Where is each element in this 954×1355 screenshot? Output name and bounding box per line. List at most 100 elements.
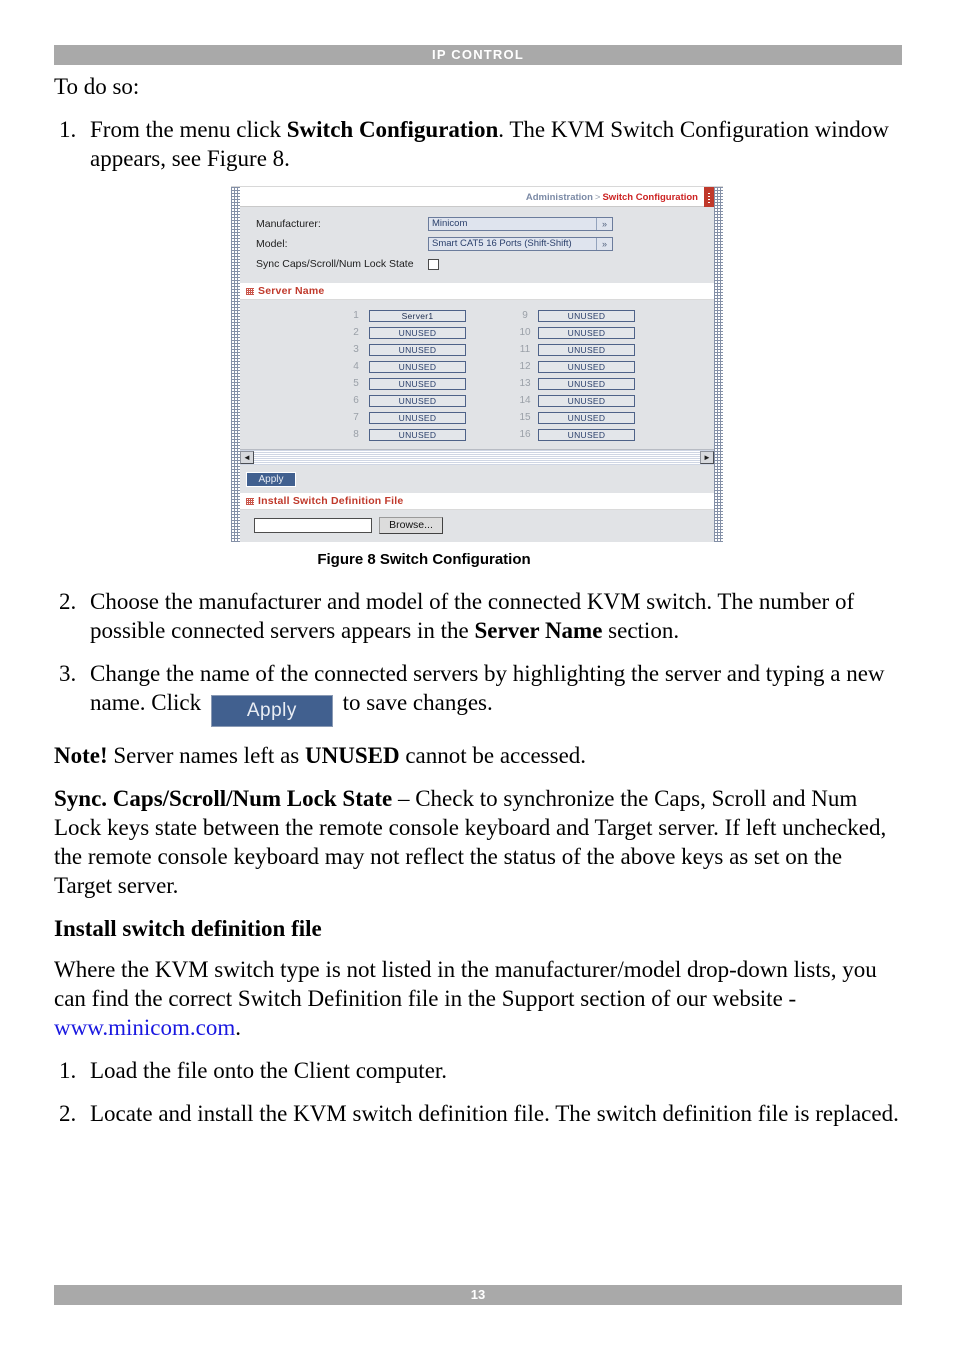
port-index: 8 — [353, 429, 359, 440]
breadcrumb-bar: Administration > Switch Configuration — [240, 187, 714, 207]
server-name-input[interactable]: UNUSED — [538, 411, 635, 424]
browse-button[interactable]: Browse... — [379, 517, 443, 534]
note-paragraph: Note! Server names left as UNUSED cannot… — [54, 741, 902, 770]
breadcrumb: Administration > Switch Configuration — [526, 192, 698, 203]
server-row: 6 UNUSED 14 UNUSED — [240, 392, 714, 409]
intro-paragraph: To do so: — [54, 74, 140, 99]
minicom-website-link[interactable]: www.minicom.com — [54, 1015, 235, 1040]
scroll-right-arrow-icon[interactable]: ► — [700, 451, 714, 464]
step-2-text-part2: section. — [602, 618, 680, 643]
page-footer: 13 — [54, 1285, 902, 1305]
port-cell: 5 UNUSED — [343, 377, 466, 390]
step-1-text: From the menu click Switch Configuration… — [90, 115, 902, 173]
note-text-part2: cannot be accessed. — [399, 743, 587, 768]
step-1-text-part1: From the menu click — [90, 117, 287, 142]
step-2-number: 2. — [59, 589, 77, 614]
step-1-bold: Switch Configuration — [286, 117, 499, 142]
step-3-number: 3. — [59, 661, 77, 686]
install-intro-part1: Where the KVM switch type is not listed … — [54, 957, 877, 1011]
install-step-1-text: Load the file onto the Client computer. — [90, 1058, 448, 1083]
section-grip-icon — [246, 497, 254, 505]
model-label: Model: — [256, 238, 288, 250]
model-dropdown[interactable]: Smart CAT5 16 Ports (Shift-Shift) » — [428, 237, 613, 251]
step-2-text: Choose the manufacturer and model of the… — [90, 587, 902, 645]
step-2-text-part1: Choose the manufacturer and model of the… — [90, 589, 855, 643]
install-file-section-header: Install Switch Definition File — [240, 493, 714, 510]
sync-lock-checkbox[interactable] — [428, 258, 439, 270]
server-name-input[interactable]: UNUSED — [538, 394, 635, 407]
server-name-input[interactable]: UNUSED — [538, 377, 635, 390]
port-cell: 13 UNUSED — [512, 377, 635, 390]
switch-settings-panel: Manufacturer: Minicom » Model: Smart CAT… — [240, 207, 714, 283]
server-name-input[interactable]: UNUSED — [538, 360, 635, 373]
note-label: Note! — [54, 743, 108, 768]
note-text-part1: Server names left as — [107, 743, 305, 768]
step-3-text: Change the name of the connected servers… — [90, 659, 902, 727]
port-cell: 2 UNUSED — [343, 326, 466, 339]
port-cell: 15 UNUSED — [512, 411, 635, 424]
server-row: 5 UNUSED 13 UNUSED — [240, 375, 714, 392]
install-section-heading: Install switch definition file — [54, 916, 322, 941]
server-name-input[interactable]: UNUSED — [369, 377, 466, 390]
chevron-down-icon[interactable]: » — [596, 218, 612, 230]
server-row: 1 Server1 9 UNUSED — [240, 307, 714, 324]
port-cell: 6 UNUSED — [343, 394, 466, 407]
port-index: 12 — [519, 361, 531, 372]
apply-bar: Apply — [240, 465, 714, 493]
step-2-bold: Server Name — [474, 618, 603, 643]
note-unused-bold: UNUSED — [304, 743, 400, 768]
port-cell: 7 UNUSED — [343, 411, 466, 424]
server-name-input[interactable]: UNUSED — [369, 343, 466, 356]
port-index: 4 — [353, 361, 359, 372]
install-step-2-text: Locate and install the KVM switch defini… — [90, 1101, 899, 1126]
port-index: 14 — [519, 395, 531, 406]
server-row: 3 UNUSED 11 UNUSED — [240, 341, 714, 358]
install-step-2-number: 2. — [59, 1101, 77, 1126]
step-3-text-part2: to save changes. — [336, 690, 493, 715]
server-name-input[interactable]: UNUSED — [538, 343, 635, 356]
server-name-input[interactable]: UNUSED — [369, 411, 466, 424]
scroll-left-arrow-icon[interactable]: ◄ — [240, 451, 254, 464]
left-edge-pattern — [231, 187, 240, 542]
server-name-grid: 1 Server1 9 UNUSED 2 UNUSED 10 UNUSED 3 UNUSE… — [240, 300, 714, 449]
port-index: 16 — [519, 429, 531, 440]
server-name-input[interactable]: Server1 — [369, 309, 466, 322]
port-index: 2 — [353, 327, 359, 338]
step-1-number: 1. — [59, 117, 77, 142]
server-name-input[interactable]: UNUSED — [369, 428, 466, 441]
server-name-input[interactable]: UNUSED — [538, 428, 635, 441]
server-name-input[interactable]: UNUSED — [369, 394, 466, 407]
switch-configuration-screenshot: Administration > Switch Configuration Manu… — [231, 186, 723, 542]
breadcrumb-parent[interactable]: Administration — [526, 192, 593, 203]
port-index: 6 — [353, 395, 359, 406]
section-grip-icon — [246, 287, 254, 295]
sync-term: Sync. Caps/Scroll/Num Lock State — [54, 786, 393, 811]
definition-file-input[interactable] — [254, 518, 372, 533]
server-name-input[interactable]: UNUSED — [369, 360, 466, 373]
horizontal-scrollbar[interactable]: ◄ ► — [240, 449, 714, 465]
server-row: 7 UNUSED 15 UNUSED — [240, 409, 714, 426]
server-name-input[interactable]: UNUSED — [369, 326, 466, 339]
document-page: IP CONTROL To do so: 1. From the menu cl… — [0, 0, 954, 1355]
step-2: 2. Choose the manufacturer and model of … — [54, 587, 902, 645]
server-name-input[interactable]: UNUSED — [538, 309, 635, 322]
install-step-1: 1. Load the file onto the Client compute… — [54, 1056, 902, 1085]
step-3: 3. Change the name of the connected serv… — [54, 659, 902, 727]
server-name-section-header: Server Name — [240, 283, 714, 300]
apply-button[interactable]: Apply — [246, 472, 296, 487]
figure-caption: Figure 8 Switch Configuration — [317, 551, 531, 568]
port-cell: 4 UNUSED — [343, 360, 466, 373]
manufacturer-label: Manufacturer: — [256, 218, 321, 230]
chevron-down-icon[interactable]: » — [596, 238, 612, 250]
server-name-title: Server Name — [258, 285, 325, 297]
port-cell: 1 Server1 — [343, 309, 466, 322]
step-1: 1. From the menu click Switch Configurat… — [54, 115, 902, 173]
panel-collapse-tab-icon[interactable] — [704, 187, 714, 207]
port-cell: 14 UNUSED — [512, 394, 635, 407]
install-step-2: 2. Locate and install the KVM switch def… — [54, 1099, 902, 1128]
install-file-bar: Browse... — [240, 510, 714, 542]
manufacturer-dropdown[interactable]: Minicom » — [428, 217, 613, 231]
server-name-input[interactable]: UNUSED — [538, 326, 635, 339]
server-row: 4 UNUSED 12 UNUSED — [240, 358, 714, 375]
manufacturer-value: Minicom — [432, 218, 468, 229]
